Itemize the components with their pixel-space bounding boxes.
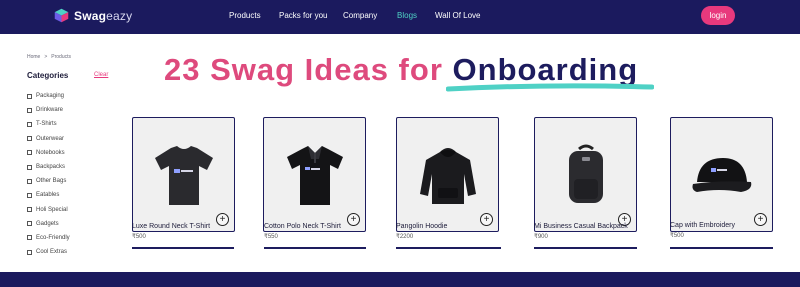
footer-band <box>0 272 800 287</box>
product-name[interactable]: Luxe Round Neck T-Shirt <box>132 223 210 230</box>
clear-filters-link[interactable]: Clear <box>94 72 108 78</box>
checkbox[interactable] <box>27 164 32 170</box>
hoodie-icon <box>419 147 476 204</box>
breadcrumb-home[interactable]: Home <box>27 54 40 60</box>
category-item-backpacks[interactable]: Backpacks <box>27 160 70 174</box>
product-name[interactable]: Pangolin Hoodie <box>396 223 447 230</box>
cap-icon <box>692 157 751 192</box>
product-price: ₹500 <box>670 233 684 239</box>
category-list: Packaging Drinkware T-Shirts Outerwear N… <box>27 89 70 259</box>
product-price: ₹900 <box>534 234 548 240</box>
category-item-notebooks[interactable]: Notebooks <box>27 146 70 160</box>
breadcrumb: Home > Products <box>27 54 71 60</box>
checkbox[interactable] <box>27 235 32 241</box>
checkbox[interactable] <box>27 136 32 142</box>
checkbox[interactable] <box>27 93 32 99</box>
checkbox[interactable] <box>27 178 32 184</box>
add-to-pack-button[interactable]: + <box>754 213 767 226</box>
polo-shirt-icon <box>286 145 343 205</box>
product-divider <box>396 247 501 249</box>
product-divider <box>264 247 366 249</box>
product-divider <box>670 247 773 249</box>
backpack-icon <box>568 144 603 203</box>
brand-name: Swageazy <box>74 8 133 23</box>
nav-products[interactable]: Products <box>229 11 261 20</box>
product-card[interactable]: + <box>132 117 235 232</box>
cube-logo-icon <box>54 8 69 23</box>
product-card[interactable]: + <box>396 117 499 232</box>
product-name[interactable]: Cotton Polo Neck T-Shirt <box>264 223 341 230</box>
top-navbar: Swageazy Products Packs for you Company … <box>0 0 800 34</box>
category-item-outerwear[interactable]: Outerwear <box>27 132 70 146</box>
product-card[interactable]: + <box>263 117 366 232</box>
brand-logo[interactable]: Swageazy <box>54 8 132 23</box>
add-to-pack-button[interactable]: + <box>216 213 229 226</box>
categories-title: Categories <box>27 71 69 80</box>
category-item-gadgets[interactable]: Gadgets <box>27 217 70 231</box>
headline-underline-swoosh <box>446 83 654 92</box>
nav-wall-of-love[interactable]: Wall Of Love <box>435 11 481 20</box>
product-price: ₹550 <box>264 234 278 240</box>
breadcrumb-current: Products <box>51 54 71 60</box>
category-item-drinkware[interactable]: Drinkware <box>27 103 70 117</box>
category-item-cool-extras[interactable]: Cool Extras <box>27 245 70 259</box>
category-item-packaging[interactable]: Packaging <box>27 89 70 103</box>
checkbox[interactable] <box>27 121 32 127</box>
product-card[interactable]: + <box>534 117 637 232</box>
category-item-other-bags[interactable]: Other Bags <box>27 174 70 188</box>
product-divider <box>534 247 637 249</box>
product-divider <box>132 247 234 249</box>
breadcrumb-separator: > <box>44 54 48 60</box>
nav-packs-for-you[interactable]: Packs for you <box>279 11 327 20</box>
login-button[interactable]: login <box>701 6 735 25</box>
nav-company[interactable]: Company <box>343 11 377 20</box>
checkbox[interactable] <box>27 249 32 255</box>
nav-blogs[interactable]: Blogs <box>397 11 417 20</box>
category-item-t-shirts[interactable]: T-Shirts <box>27 117 70 131</box>
add-to-pack-button[interactable]: + <box>347 213 360 226</box>
product-card[interactable]: + <box>670 117 773 232</box>
checkbox[interactable] <box>27 192 32 198</box>
category-item-eatables[interactable]: Eatables <box>27 188 70 202</box>
checkbox[interactable] <box>27 150 32 156</box>
tshirt-icon <box>154 145 213 205</box>
product-name[interactable]: Mi Business Casual Backpack <box>534 223 628 230</box>
category-item-eco-friendly[interactable]: Eco-Friendly <box>27 231 70 245</box>
product-name[interactable]: Cap with Embroidery <box>670 222 735 229</box>
checkbox[interactable] <box>27 107 32 113</box>
category-item-holi-special[interactable]: Holi Special <box>27 203 70 217</box>
checkbox[interactable] <box>27 207 32 213</box>
add-to-pack-button[interactable]: + <box>480 213 493 226</box>
product-price: ₹2200 <box>396 234 414 240</box>
checkbox[interactable] <box>27 221 32 227</box>
product-price: ₹500 <box>132 234 146 240</box>
